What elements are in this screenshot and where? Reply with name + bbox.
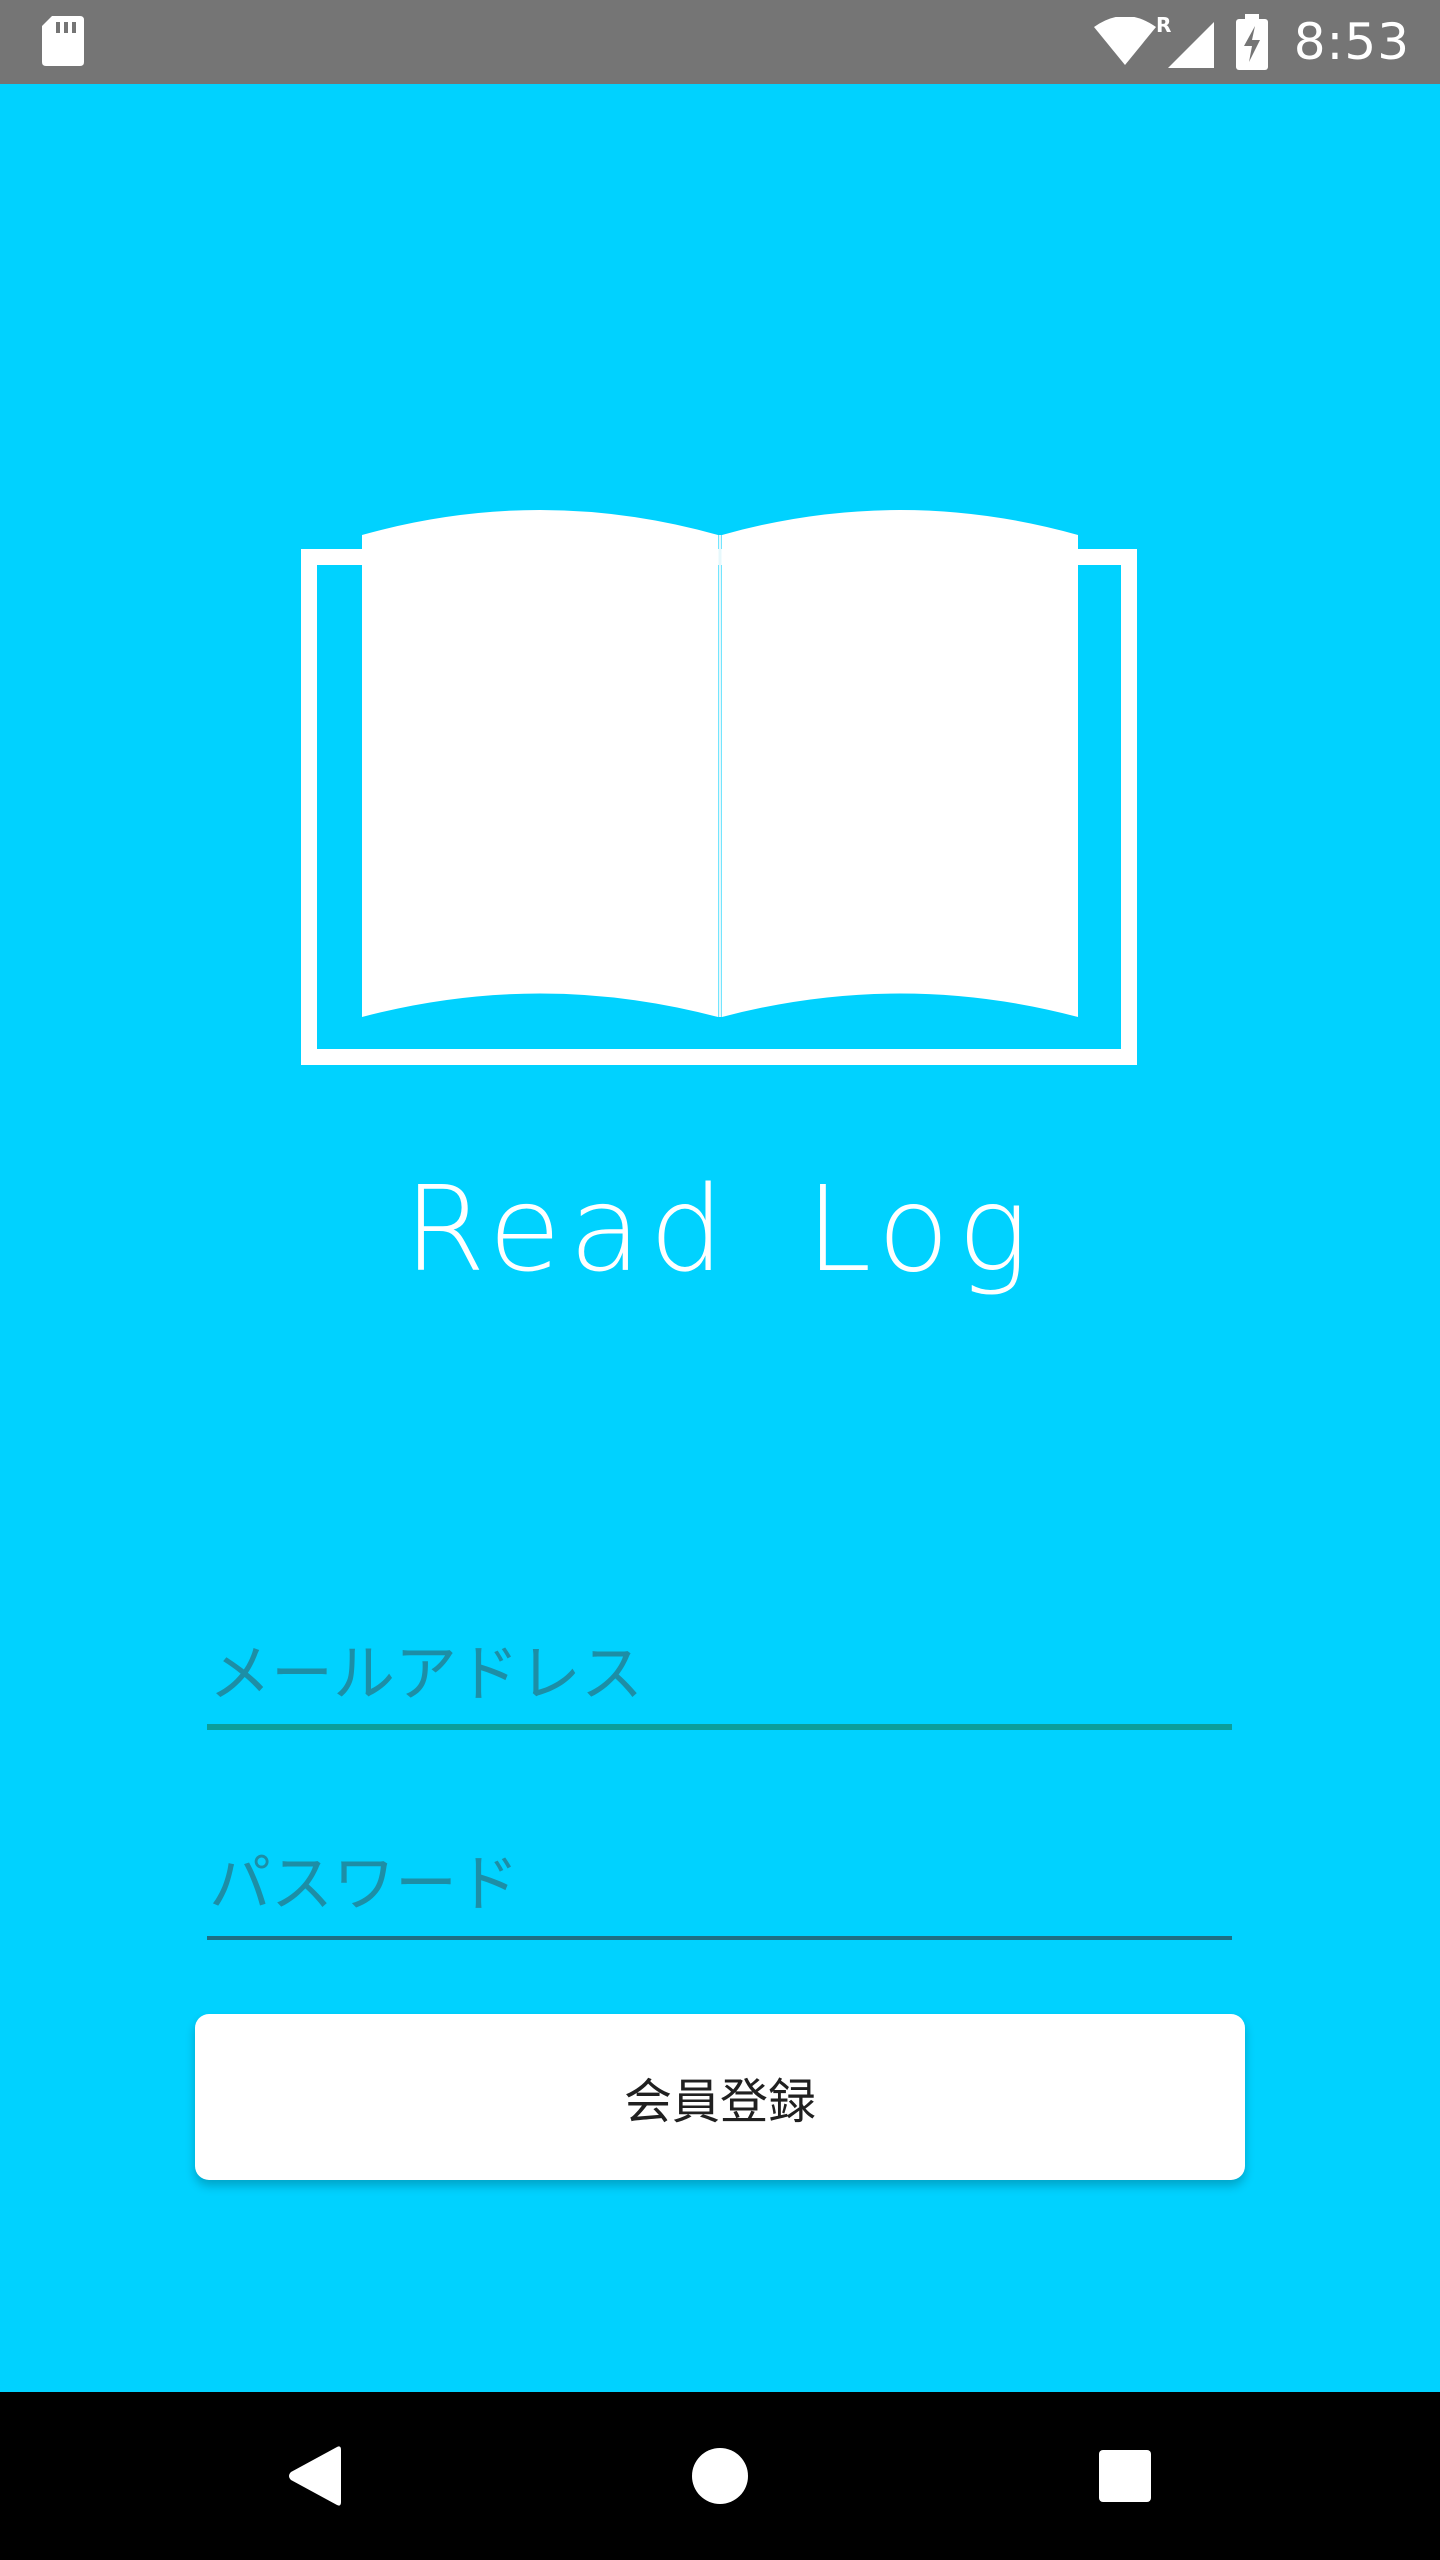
back-button[interactable] (245, 2392, 385, 2560)
login-screen: R 8:53 Read Log 会員登録 (0, 0, 1440, 2560)
password-underline (207, 1936, 1232, 1940)
email-field[interactable] (207, 1628, 1232, 1730)
email-underline (207, 1724, 1232, 1730)
navigation-bar (0, 2392, 1440, 2560)
back-icon (289, 2446, 341, 2506)
sd-card-icon (42, 16, 84, 66)
open-book-icon (301, 510, 1137, 1065)
status-time: 8:53 (1293, 13, 1410, 71)
battery-charging-icon (1235, 14, 1268, 70)
home-button[interactable] (650, 2392, 790, 2560)
app-title: Read Log (403, 1160, 1037, 1298)
password-field[interactable] (207, 1838, 1232, 1940)
register-button[interactable]: 会員登録 (195, 2014, 1245, 2180)
recents-button[interactable] (1055, 2392, 1195, 2560)
email-input[interactable] (207, 1628, 1232, 1718)
roaming-indicator: R (1156, 14, 1171, 37)
home-icon (692, 2448, 748, 2504)
recents-icon (1099, 2450, 1151, 2502)
cellular-signal-icon: R (1156, 14, 1214, 68)
wifi-icon (1093, 17, 1156, 65)
status-bar: R 8:53 (0, 0, 1440, 84)
status-icons: R 8:53 (1093, 0, 1410, 84)
password-input[interactable] (207, 1838, 1232, 1928)
